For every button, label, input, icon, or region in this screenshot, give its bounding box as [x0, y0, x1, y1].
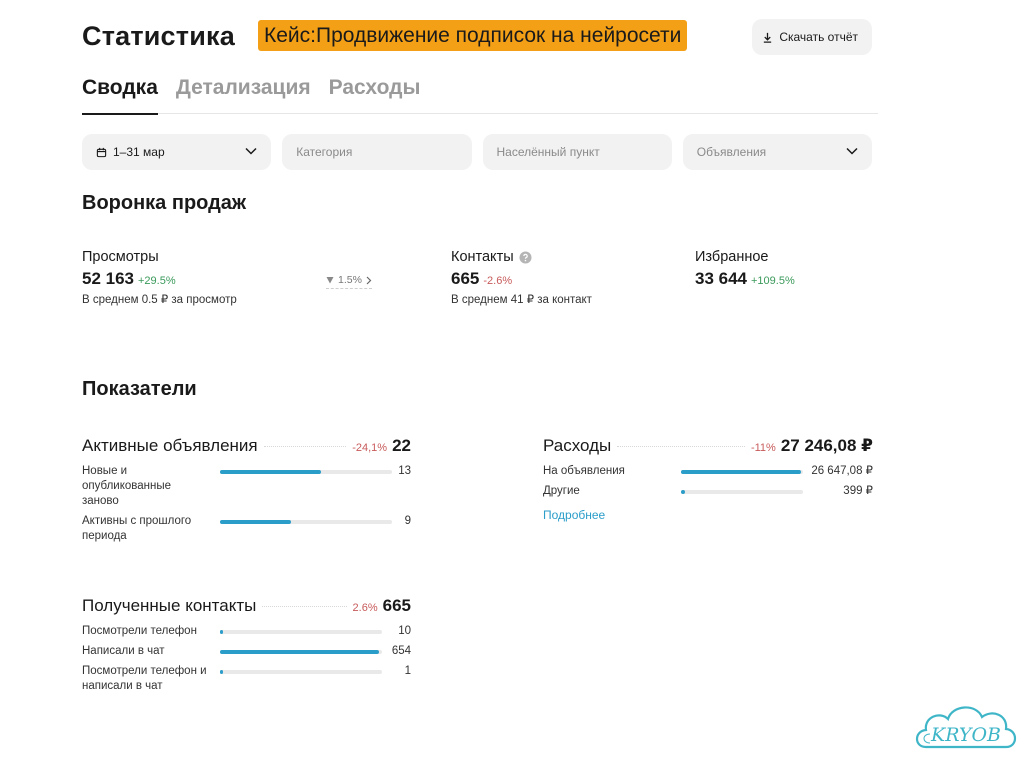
metric-contacts-value: 665 [451, 269, 480, 288]
metric-views-note: В среднем 0.5 ₽ за просмотр [82, 294, 237, 306]
row-value: 399 ₽ [843, 485, 873, 497]
date-range-select[interactable]: 1–31 мар [82, 134, 272, 170]
more-details-link[interactable]: Подробнее [543, 508, 873, 522]
category-placeholder: Категория [296, 145, 353, 159]
expenses-value: 27 246,08 ₽ [780, 436, 873, 455]
metric-favorites-delta: +109.5% [751, 275, 795, 287]
page-title: Статистика [82, 21, 235, 51]
row-label: На объявления [543, 465, 625, 477]
progress-bar [220, 470, 392, 474]
row-label: Новые и опубликованные заново [82, 465, 172, 507]
list-item: Новые и опубликованные заново 13 [82, 464, 411, 514]
list-item: Другие 399 ₽ [543, 484, 873, 508]
triangle-down-icon [326, 277, 334, 284]
metric-contacts-note: В среднем 41 ₽ за контакт [451, 294, 592, 306]
contacts-card: Полученные контакты 2.6% 665 Посмотрели … [82, 596, 411, 696]
progress-bar [220, 670, 382, 674]
row-label: Активны с прошлого периода [82, 515, 192, 542]
metric-views-label: Просмотры [82, 249, 159, 265]
kpi-title: Показатели [82, 378, 197, 400]
metric-favorites-label: Избранное [695, 249, 769, 265]
expenses-title: Расходы [543, 436, 612, 455]
dotted-leader [262, 606, 347, 607]
chevron-down-icon [846, 147, 858, 155]
progress-fill [681, 490, 685, 494]
progress-bar [681, 490, 803, 494]
metric-views: Просмотры 52 163 +29.5% В среднем 0.5 ₽ … [82, 249, 237, 306]
views-side-delta-value: 1.5% [338, 274, 362, 286]
download-icon [764, 32, 772, 43]
list-item: Активны с прошлого периода 9 [82, 514, 411, 546]
city-placeholder: Населённый пункт [496, 145, 600, 159]
expenses-delta: -11% [750, 442, 776, 454]
calendar-icon [96, 147, 107, 157]
list-item: Посмотрели телефон 10 [82, 624, 411, 644]
category-input[interactable]: Категория [282, 134, 472, 170]
tab-bar: Сводка Детализация Расходы [82, 74, 878, 115]
kryob-logo-text: KRYOB [930, 724, 1001, 746]
case-badge: Кейс:Продвижение подписок на нейросети [258, 20, 688, 51]
list-item: Посмотрели телефон и написали в чат 1 [82, 664, 411, 696]
row-value: 26 647,08 ₽ [811, 465, 873, 477]
contacts-card-title: Полученные контакты [82, 596, 257, 615]
dotted-leader [263, 446, 347, 447]
metric-favorites: Избранное 33 644 +109.5% [695, 249, 795, 289]
metric-contacts: Контакты 665 -2.6% В среднем 41 ₽ за кон… [451, 249, 592, 306]
row-value: 10 [398, 625, 411, 637]
row-label: Посмотрели телефон [82, 625, 197, 637]
date-range-value: 1–31 мар [113, 145, 165, 159]
list-item: На объявления 26 647,08 ₽ [543, 464, 873, 484]
row-value: 13 [398, 465, 411, 477]
progress-bar [220, 650, 382, 654]
contacts-card-value: 665 [382, 596, 411, 615]
metric-contacts-delta: -2.6% [483, 275, 513, 287]
views-side-delta[interactable]: 1.5% [326, 274, 372, 289]
filter-bar: 1–31 мар Категория Населённый пункт Объя… [82, 134, 872, 170]
help-icon[interactable] [519, 250, 532, 264]
progress-bar [220, 520, 392, 524]
contacts-card-delta: 2.6% [352, 602, 378, 614]
list-item: Написали в чат 654 [82, 644, 411, 664]
metric-views-value: 52 163 [82, 269, 134, 288]
metric-views-delta: +29.5% [138, 275, 176, 287]
progress-fill [220, 470, 322, 474]
progress-fill [220, 650, 379, 654]
chevron-right-icon [366, 276, 372, 284]
funnel-title: Воронка продаж [82, 192, 247, 214]
row-label: Написали в чат [82, 645, 165, 657]
metric-favorites-value: 33 644 [695, 269, 747, 288]
progress-fill [220, 670, 224, 674]
progress-fill [220, 520, 291, 524]
row-value: 9 [404, 515, 411, 527]
progress-fill [681, 470, 801, 474]
progress-bar [220, 630, 382, 634]
row-label: Посмотрели телефон и написали в чат [82, 665, 207, 692]
download-report-button[interactable]: Скачать отчёт [752, 19, 872, 55]
tab-summary[interactable]: Сводка [82, 74, 158, 115]
ads-select[interactable]: Объявления [682, 134, 872, 170]
kryob-logo: KRYOB [915, 706, 1017, 749]
progress-fill [220, 630, 224, 634]
tab-details[interactable]: Детализация [176, 74, 311, 114]
metric-contacts-label: Контакты [451, 249, 514, 265]
active-ads-value: 22 [392, 436, 411, 455]
progress-bar [681, 470, 803, 474]
dotted-leader [617, 446, 745, 447]
expenses-card: Расходы -11% 27 246,08 ₽ На объявления 2… [543, 436, 873, 522]
active-ads-card: Активные объявления -24,1% 22 Новые и оп… [82, 436, 411, 546]
active-ads-title: Активные объявления [82, 436, 258, 455]
row-label: Другие [543, 485, 580, 497]
page-header: Статистика Кейс:Продвижение подписок на … [82, 18, 872, 55]
chevron-down-icon [245, 147, 257, 155]
ads-placeholder: Объявления [696, 145, 767, 159]
row-value: 1 [404, 665, 411, 677]
active-ads-delta: -24,1% [352, 442, 388, 454]
tab-expenses[interactable]: Расходы [329, 74, 421, 114]
row-value: 654 [391, 645, 411, 657]
city-input[interactable]: Населённый пункт [482, 134, 672, 170]
download-report-label: Скачать отчёт [779, 30, 858, 44]
